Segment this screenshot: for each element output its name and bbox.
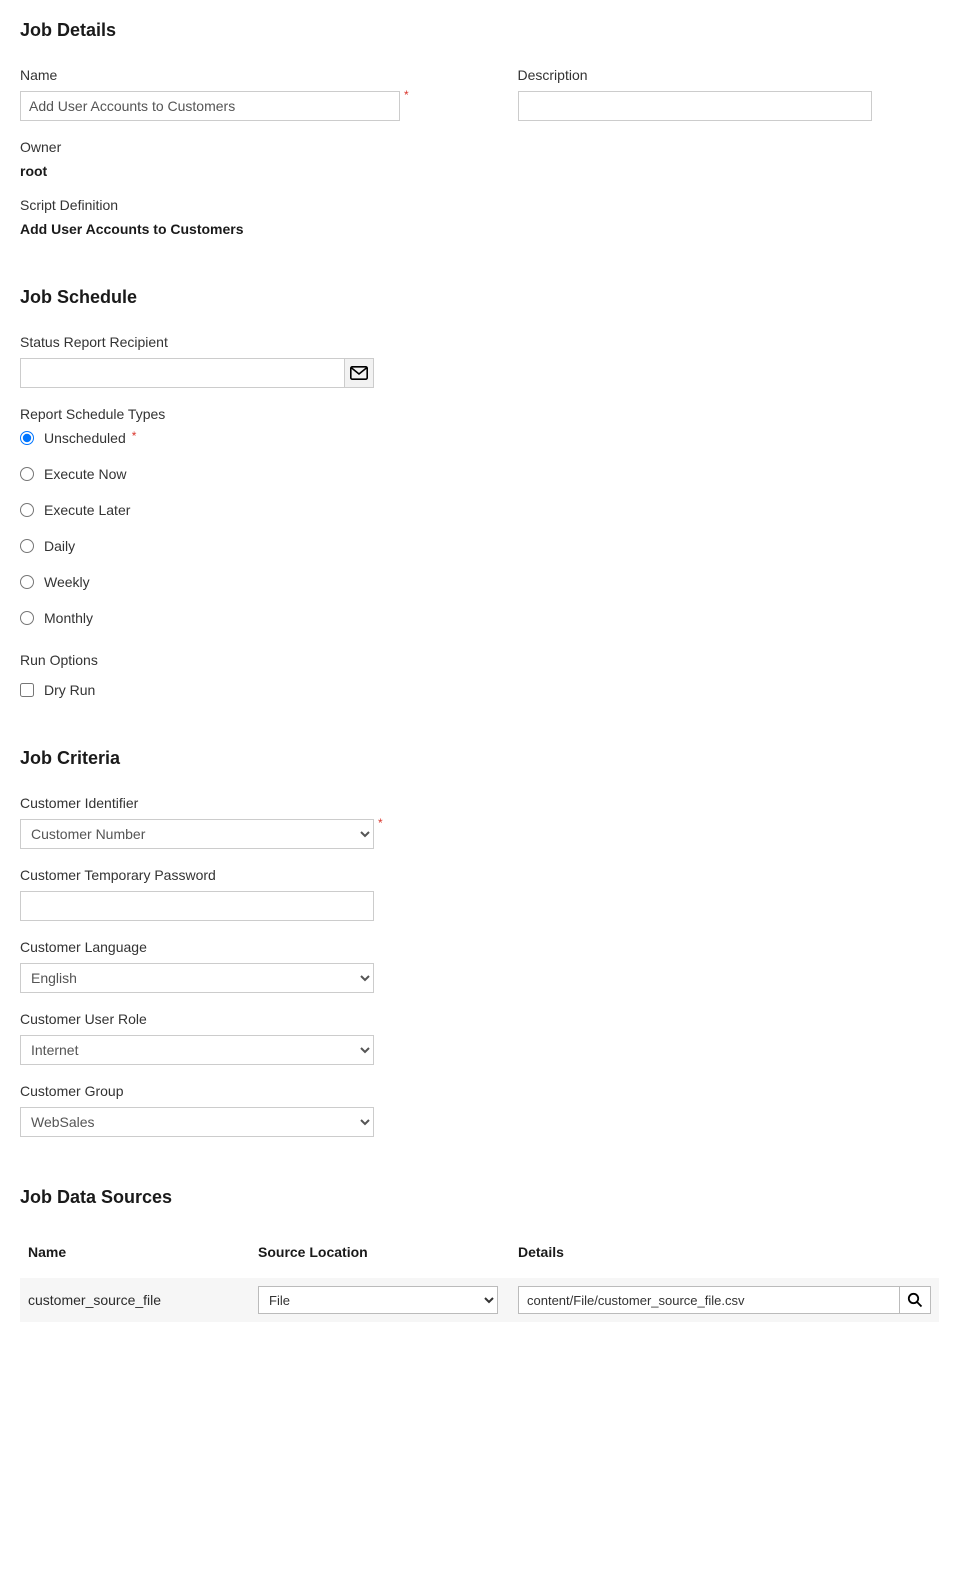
radio-label-unscheduled[interactable]: Unscheduled xyxy=(44,430,126,446)
radio-weekly[interactable] xyxy=(20,575,34,589)
select-customer-language[interactable]: English xyxy=(20,963,374,993)
radio-daily[interactable] xyxy=(20,539,34,553)
required-asterisk: * xyxy=(132,430,137,442)
section-job-criteria: Job Criteria Customer Identifier Custome… xyxy=(20,748,939,1137)
heading-job-criteria: Job Criteria xyxy=(20,748,939,769)
col-header-source-location: Source Location xyxy=(250,1234,510,1278)
label-status-report-recipient: Status Report Recipient xyxy=(20,334,939,350)
label-customer-group: Customer Group xyxy=(20,1083,939,1099)
radio-execute-later[interactable] xyxy=(20,503,34,517)
checkbox-dry-run[interactable] xyxy=(20,683,34,697)
label-description: Description xyxy=(518,67,940,83)
value-script-definition: Add User Accounts to Customers xyxy=(20,221,939,237)
cell-ds-name: customer_source_file xyxy=(20,1278,250,1322)
input-status-report-recipient[interactable] xyxy=(20,358,344,388)
radio-label-execute-now[interactable]: Execute Now xyxy=(44,466,126,482)
input-job-name[interactable] xyxy=(20,91,400,121)
label-script-definition: Script Definition xyxy=(20,197,939,213)
label-owner: Owner xyxy=(20,139,939,155)
heading-job-details: Job Details xyxy=(20,20,939,41)
section-job-data-sources: Job Data Sources Name Source Location De… xyxy=(20,1187,939,1322)
section-job-schedule: Job Schedule Status Report Recipient Rep… xyxy=(20,287,939,698)
checkbox-label-dry-run[interactable]: Dry Run xyxy=(44,682,95,698)
select-customer-group[interactable]: WebSales xyxy=(20,1107,374,1137)
radio-label-monthly[interactable]: Monthly xyxy=(44,610,93,626)
radio-execute-now[interactable] xyxy=(20,467,34,481)
label-customer-identifier: Customer Identifier xyxy=(20,795,939,811)
search-icon xyxy=(907,1292,923,1308)
radio-label-daily[interactable]: Daily xyxy=(44,538,75,554)
label-run-options: Run Options xyxy=(20,652,939,668)
heading-job-data-sources: Job Data Sources xyxy=(20,1187,939,1208)
radio-unscheduled[interactable] xyxy=(20,431,34,445)
col-header-details: Details xyxy=(510,1234,939,1278)
table-data-sources: Name Source Location Details customer_so… xyxy=(20,1234,939,1322)
radio-label-weekly[interactable]: Weekly xyxy=(44,574,90,590)
value-owner: root xyxy=(20,163,939,179)
required-asterisk: * xyxy=(378,817,383,829)
label-customer-temp-password: Customer Temporary Password xyxy=(20,867,939,883)
radio-monthly[interactable] xyxy=(20,611,34,625)
button-email-recipient[interactable] xyxy=(344,358,374,388)
input-job-description[interactable] xyxy=(518,91,872,121)
section-job-details: Job Details Name * Description Owner roo… xyxy=(20,20,939,237)
heading-job-schedule: Job Schedule xyxy=(20,287,939,308)
label-report-schedule-types: Report Schedule Types xyxy=(20,406,939,422)
input-ds-details[interactable] xyxy=(518,1286,899,1314)
required-asterisk: * xyxy=(404,89,409,101)
label-customer-user-role: Customer User Role xyxy=(20,1011,939,1027)
col-header-name: Name xyxy=(20,1234,250,1278)
select-source-location[interactable]: File xyxy=(258,1286,498,1314)
button-browse-file[interactable] xyxy=(899,1286,931,1314)
radio-group-schedule-types: Unscheduled * Execute Now Execute Later … xyxy=(20,430,939,626)
select-customer-identifier[interactable]: Customer Number xyxy=(20,819,374,849)
radio-label-execute-later[interactable]: Execute Later xyxy=(44,502,130,518)
input-customer-temp-password[interactable] xyxy=(20,891,374,921)
table-row: customer_source_file File xyxy=(20,1278,939,1322)
select-customer-user-role[interactable]: Internet xyxy=(20,1035,374,1065)
label-customer-language: Customer Language xyxy=(20,939,939,955)
mail-icon xyxy=(350,366,368,380)
label-name: Name xyxy=(20,67,442,83)
